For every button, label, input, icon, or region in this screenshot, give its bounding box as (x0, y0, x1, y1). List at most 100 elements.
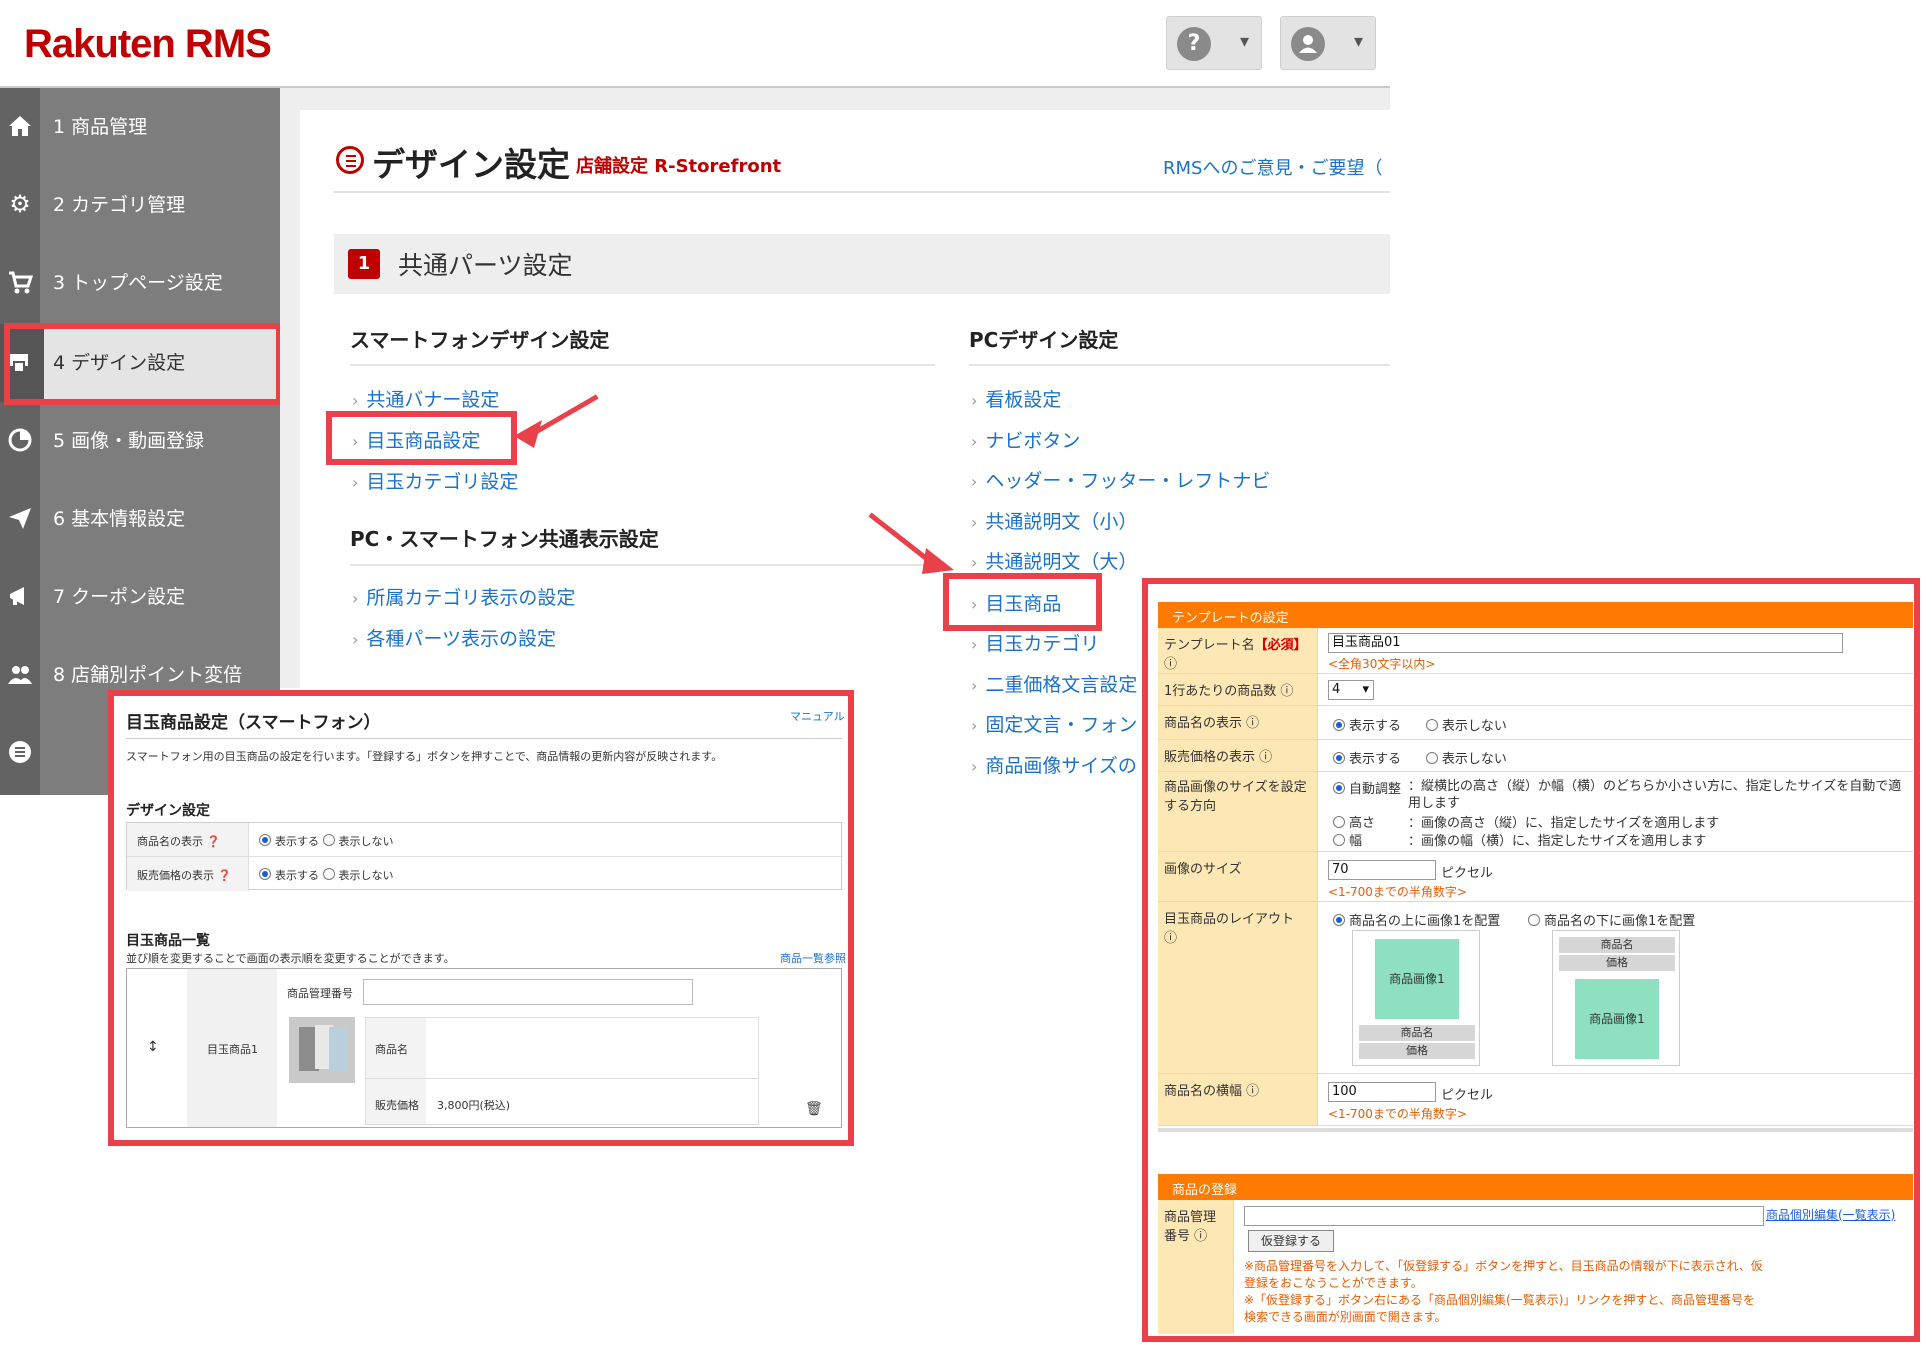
link-common-desc-large[interactable]: › 共通説明文（大） (971, 547, 1137, 574)
radio-height[interactable]: 高さ (1333, 812, 1375, 831)
product-name-label: 商品名 (375, 1043, 408, 1056)
sidebar-item-toppage[interactable]: 3 トップページ設定 (0, 244, 280, 322)
radio-show[interactable] (1333, 719, 1345, 731)
radio-show[interactable] (1333, 752, 1345, 764)
pixel-unit: ピクセル (1441, 1088, 1494, 1103)
template-name-note: <全角30文字以内> (1328, 657, 1436, 671)
sidebar-item-product[interactable]: 1 商品管理 (0, 88, 280, 166)
image-size-note: <1-700までの半角数字> (1328, 885, 1467, 899)
feedback-link[interactable]: RMSへのご意見・ご要望（ (1163, 154, 1382, 180)
sidebar-item-coupon[interactable]: 7 クーポン設定 (0, 558, 280, 636)
register-note-2: ※「仮登録する」ボタン右にある「商品個別編集(一覧表示)」リンクを押すと、商品管… (1244, 1293, 1755, 1324)
send-icon (6, 504, 34, 532)
section-number: 1 (348, 249, 380, 279)
help-icon: ⓘ (1246, 716, 1260, 731)
chevron-down-icon: ▾ (1353, 31, 1363, 52)
sidebar-item-category[interactable]: ⚙ 2 カテゴリ管理 (0, 166, 280, 244)
gear-icon: ⚙ (9, 190, 31, 218)
price-label: 販売価格 (375, 1099, 419, 1112)
help-icon: ? (1177, 27, 1211, 61)
list-circle-icon (336, 146, 364, 174)
pc-design-heading: PCデザイン設定 (969, 328, 1119, 352)
pie-chart-icon (6, 426, 34, 454)
manual-link[interactable]: マニュアル (790, 708, 845, 724)
items-per-row-select[interactable]: 4 ▾ (1328, 680, 1374, 700)
help-icon: ⓘ (1280, 684, 1294, 699)
question-icon: ❓ (206, 835, 221, 848)
help-icon: ⓘ (1194, 1229, 1208, 1244)
row-template-name: テンプレート名【必須】 ⓘ 目玉商品01 <全角30文字以内> (1158, 628, 1913, 674)
radio-layout-image-below[interactable]: 商品名の下に画像1を配置 (1528, 910, 1695, 929)
link-common-desc-small[interactable]: › 共通説明文（小） (971, 507, 1137, 534)
common-display-heading: PC・スマートフォン共通表示設定 (350, 527, 659, 551)
register-note-1: ※商品管理番号を入力して、「仮登録する」ボタンを押すと、目玉商品の情報が下に表示… (1244, 1259, 1763, 1290)
radio-show[interactable] (259, 834, 271, 846)
sp-name-display-radios[interactable]: 表示する 表示しない (259, 833, 394, 849)
highlight-featured-product-settings (326, 411, 517, 465)
radio-width[interactable]: 幅 (1333, 830, 1362, 849)
row-register: 商品管理番号 ⓘ 商品個別編集(一覧表示) 仮登録する ※商品管理番号を入力して… (1158, 1200, 1913, 1334)
radio-hide[interactable] (322, 834, 335, 846)
auto-adjust-description: ：縦横比の高さ（縦）か幅（横）のどちらか小さい方に、指定したサイズを自動で適用し… (1408, 779, 1902, 811)
layout-preview-1: 商品画像1 商品名 価格 (1352, 930, 1480, 1066)
sp-price-display-radios[interactable]: 表示する 表示しない (259, 867, 394, 883)
sidebar-item-basic-info[interactable]: 6 基本情報設定 (0, 480, 280, 558)
price-display-radios[interactable]: 表示する 表示しない (1333, 748, 1507, 767)
list-icon (6, 738, 34, 766)
row-image-direction: 商品画像のサイズを設定する方向 自動調整 ：縦横比の高さ（縦）か幅（横）のどちら… (1158, 772, 1913, 852)
help-icon: ⓘ (1164, 657, 1178, 672)
radio-hide[interactable] (1425, 752, 1438, 764)
temp-register-button[interactable]: 仮登録する (1248, 1230, 1334, 1252)
highlight-sidebar-design (4, 323, 282, 405)
link-signboard[interactable]: › 看板設定 (971, 385, 1061, 412)
link-category-display[interactable]: › 所属カテゴリ表示の設定 (352, 583, 575, 610)
link-common-banner[interactable]: › 共通バナー設定 (352, 385, 499, 412)
link-double-price[interactable]: › 二重価格文言設定 (971, 670, 1137, 697)
help-menu-button[interactable]: ? ▾ (1166, 16, 1262, 70)
link-header-footer[interactable]: › ヘッダー・フッター・レフトナビ (971, 466, 1270, 493)
page-title: デザイン設定 (372, 145, 570, 184)
sp-price-display-label: 販売価格の表示 ❓ (137, 869, 232, 882)
rakuten-rms-logo[interactable]: Rakuten RMS (24, 22, 272, 67)
radio-auto-adjust[interactable]: 自動調整 (1333, 778, 1413, 797)
arrow-head-icon (514, 420, 542, 448)
trash-icon[interactable]: 🗑 (805, 1101, 823, 1117)
product-thumbnail (289, 1017, 355, 1083)
row-image-size: 画像のサイズ 70 ピクセル <1-700までの半角数字> (1158, 852, 1913, 902)
link-fixed-text[interactable]: › 固定文言・フォン (971, 710, 1137, 737)
link-parts-display[interactable]: › 各種パーツ表示の設定 (352, 624, 556, 651)
radio-show[interactable] (259, 868, 271, 880)
reorder-handle-icon[interactable]: ↕ (147, 1039, 159, 1055)
home-icon (6, 112, 34, 140)
template-name-input[interactable]: 目玉商品01 (1328, 633, 1843, 653)
user-menu-button[interactable]: ▾ (1280, 16, 1376, 70)
row-items-per-row: 1行あたりの商品数 ⓘ 4 ▾ (1158, 674, 1913, 706)
row-name-display: 商品名の表示 ⓘ 表示する 表示しない (1158, 706, 1913, 740)
bulk-edit-link[interactable]: 商品個別編集(一覧表示) (1766, 1206, 1895, 1223)
sidebar-item-image-video[interactable]: 5 画像・動画登録 (0, 402, 280, 480)
name-width-input[interactable]: 100 (1328, 1082, 1436, 1102)
radio-hide[interactable] (322, 868, 335, 880)
sidebar-menu: 1 商品管理 ⚙ 2 カテゴリ管理 3 トップページ設定 4 デザイン設定 5 … (0, 88, 280, 795)
question-icon: ❓ (217, 869, 232, 882)
name-display-radios[interactable]: 表示する 表示しない (1333, 715, 1507, 734)
link-nav-button[interactable]: › ナビボタン (971, 426, 1080, 453)
name-width-note: <1-700までの半角数字> (1328, 1107, 1467, 1121)
product-list-link[interactable]: 商品一覧参照 (780, 950, 846, 966)
featured-list-heading: 目玉商品一覧 (126, 933, 210, 949)
chevron-down-icon: ▾ (1239, 31, 1249, 52)
radio-layout-image-above[interactable]: 商品名の上に画像1を配置 (1333, 910, 1500, 929)
image-size-input[interactable]: 70 (1328, 860, 1436, 880)
height-description: ：画像の高さ（縦）に、指定したサイズを適用します (1408, 816, 1720, 831)
link-image-size[interactable]: › 商品画像サイズの (971, 751, 1137, 778)
sp-design-heading: スマートフォンデザイン設定 (350, 328, 610, 352)
register-mgmt-number-input[interactable] (1244, 1206, 1764, 1226)
sp-panel-description: スマートフォン用の目玉商品の設定を行います。「登録する」ボタンを押すことで、商品… (126, 750, 723, 763)
user-icon (1291, 27, 1325, 61)
radio-hide[interactable] (1425, 719, 1438, 731)
mgmt-number-label: 商品管理番号 (287, 987, 353, 1000)
mgmt-number-input[interactable] (363, 979, 693, 1005)
price-value: 3,800円(税込) (437, 1099, 511, 1112)
link-featured-category-settings[interactable]: › 目玉カテゴリ設定 (352, 467, 518, 494)
link-featured-category-pc[interactable]: › 目玉カテゴリ (971, 629, 1099, 656)
